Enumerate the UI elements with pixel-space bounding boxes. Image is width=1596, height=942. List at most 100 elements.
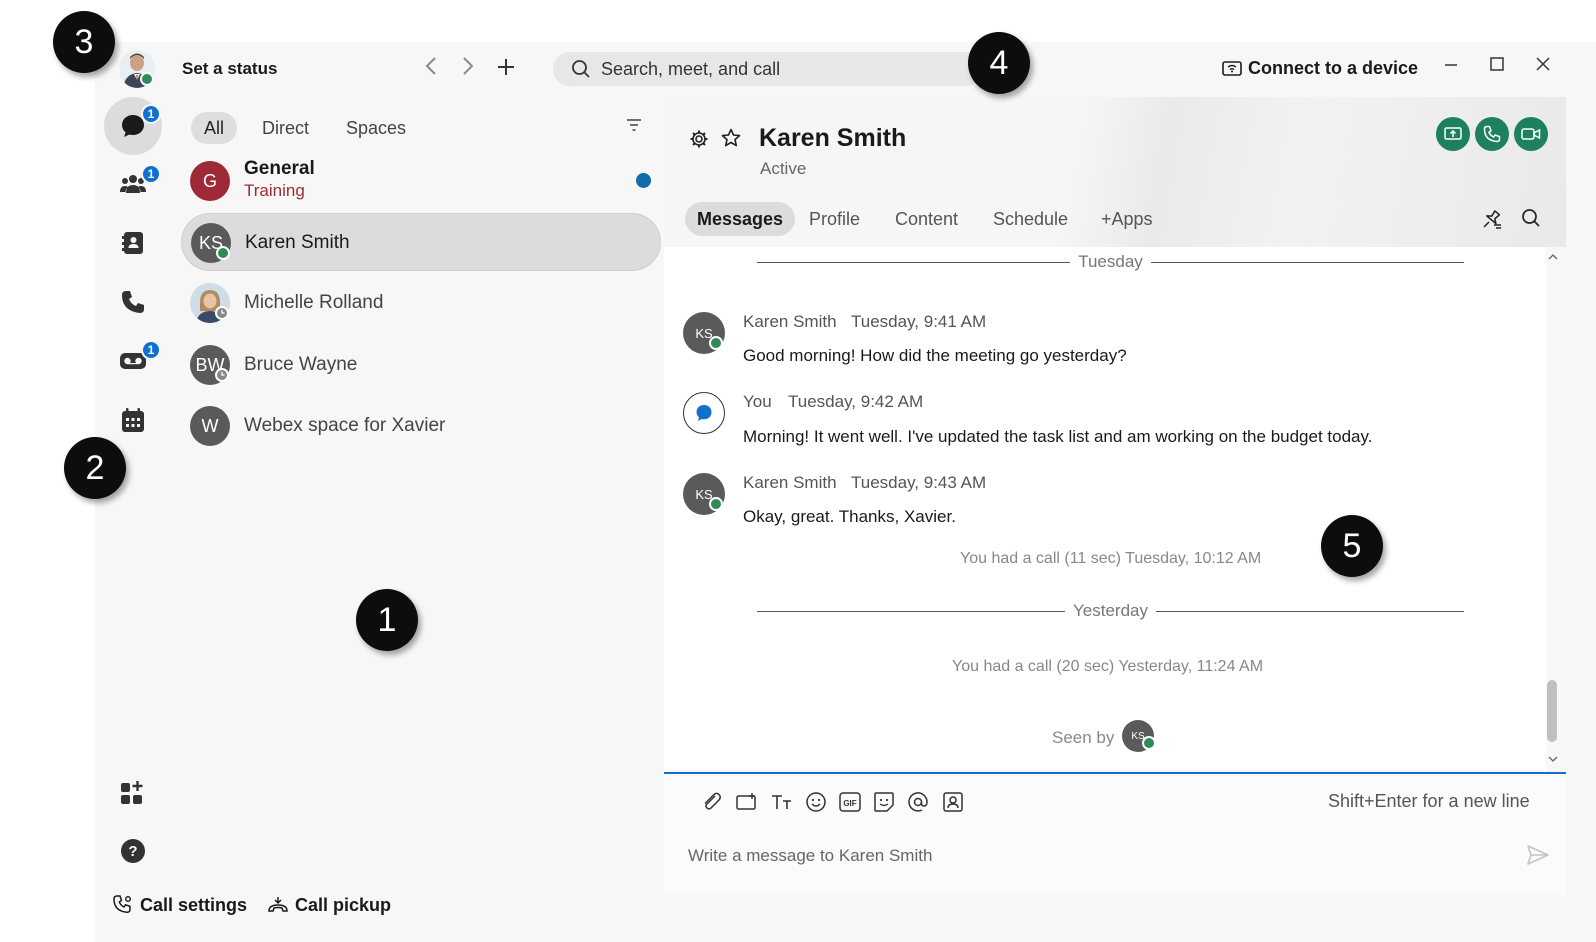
contact-status: Active (760, 159, 807, 178)
share-screen-icon (1444, 127, 1462, 140)
mention-icon[interactable] (906, 790, 930, 814)
call-settings-label: Call settings (140, 894, 248, 915)
teams-badge: 1 (141, 164, 161, 184)
presence-active-dot (709, 497, 723, 511)
callout-1: 1 (356, 589, 418, 651)
emoji-icon[interactable] (804, 790, 828, 814)
search-bar[interactable] (553, 52, 983, 86)
call-pickup-label: Call pickup (295, 894, 392, 915)
tab-messages[interactable]: Messages (685, 202, 796, 236)
call-pickup-icon (268, 897, 288, 912)
presence-active-dot (709, 336, 723, 350)
calendar-icon (122, 408, 144, 432)
tab-apps[interactable]: +Apps (1089, 202, 1165, 236)
presence-active-dot (1142, 736, 1156, 750)
message-timestamp: Tuesday, 9:42 AM (788, 392, 924, 411)
new-line-hint: Shift+Enter for a new line (1328, 791, 1530, 811)
rail-contacts[interactable] (104, 214, 162, 272)
conversation-name: Karen Smith (245, 232, 350, 253)
callout-4: 4 (968, 32, 1030, 94)
screenshot-icon[interactable] (735, 790, 759, 814)
conversation-bruce-wayne[interactable]: BW Bruce Wayne (181, 336, 661, 394)
scroll-down-icon[interactable] (1547, 754, 1559, 764)
scroll-up-icon[interactable] (1547, 252, 1559, 262)
rail-apps[interactable] (104, 763, 162, 821)
filter-icon[interactable] (625, 117, 643, 138)
callout-3: 3 (53, 11, 115, 73)
connect-device-button[interactable]: Connect to a device (1222, 58, 1418, 79)
conversation-karen-smith[interactable]: KS Karen Smith (181, 213, 661, 271)
set-status-button[interactable]: Set a status (182, 59, 277, 79)
rail-calling[interactable] (104, 273, 162, 331)
scroll-thumb[interactable] (1547, 680, 1557, 742)
seen-by-label: Seen by (1052, 728, 1115, 747)
presence-active-dot (216, 246, 230, 260)
message-input[interactable] (688, 843, 1508, 869)
svg-text:?: ? (128, 843, 137, 860)
attach-icon[interactable] (700, 790, 724, 814)
send-icon[interactable] (1526, 844, 1550, 871)
contact-card-icon[interactable] (941, 790, 965, 814)
call-settings-link[interactable]: Call settings (112, 894, 247, 916)
message-timestamp: Tuesday, 9:41 AM (851, 312, 987, 331)
contact-name: Karen Smith (759, 124, 907, 152)
filter-tab-spaces[interactable]: Spaces (333, 112, 419, 144)
callout-2: 2 (64, 437, 126, 499)
day-separator-label: Yesterday (1065, 601, 1156, 620)
conversation-name: Bruce Wayne (244, 354, 358, 375)
self-avatar[interactable] (683, 392, 725, 434)
message-text: Morning! It went well. I've updated the … (743, 427, 1373, 446)
share-screen-button[interactable] (1436, 117, 1470, 151)
conversation-name: General (244, 158, 315, 179)
tab-schedule[interactable]: Schedule (981, 202, 1080, 236)
star-icon[interactable] (721, 128, 741, 153)
message-sender: You (743, 392, 772, 411)
presence-away-clock-icon (215, 368, 229, 382)
callout-5: 5 (1321, 515, 1383, 577)
space-avatar: G (190, 161, 230, 201)
message-text: Good morning! How did the meeting go yes… (743, 346, 1127, 365)
new-conversation-button[interactable] (496, 52, 516, 89)
svg-text:GIF: GIF (843, 799, 856, 808)
conversation-webex-space-xavier[interactable]: W Webex space for Xavier (181, 397, 661, 455)
tab-content[interactable]: Content (883, 202, 970, 236)
settings-gear-icon[interactable] (689, 129, 709, 154)
filter-tab-all[interactable]: All (191, 112, 238, 144)
webex-bubble-icon (696, 405, 712, 421)
minimize-button[interactable] (1443, 56, 1459, 77)
search-icon (572, 60, 590, 78)
filter-tab-direct[interactable]: Direct (249, 112, 322, 144)
messaging-badge: 1 (141, 104, 161, 124)
call-settings-icon (113, 895, 131, 914)
conversation-name: Webex space for Xavier (244, 415, 446, 436)
message-sender: Karen Smith (743, 312, 837, 331)
day-separator-label: Tuesday (1070, 252, 1151, 271)
sticker-icon[interactable] (872, 790, 896, 814)
video-call-button[interactable] (1514, 117, 1548, 151)
rail-calendar[interactable] (104, 391, 162, 449)
rail-help[interactable]: ? (104, 822, 162, 880)
conversation-subtitle: Training (244, 181, 305, 200)
conversation-general[interactable]: G General Training (181, 152, 661, 210)
search-input[interactable] (601, 58, 961, 80)
my-presence-dot (140, 72, 154, 86)
day-separator: Tuesday (757, 252, 1464, 272)
tab-profile[interactable]: Profile (797, 202, 872, 236)
forward-arrow-icon[interactable] (461, 55, 475, 83)
audio-call-button[interactable] (1475, 117, 1509, 151)
conversation-michelle-rolland[interactable]: Michelle Rolland (181, 274, 661, 332)
call-pickup-link[interactable]: Call pickup (267, 894, 391, 916)
search-in-space-icon[interactable] (1521, 208, 1541, 233)
message-sender: Karen Smith (743, 473, 837, 492)
gif-icon[interactable]: GIF (838, 790, 862, 814)
maximize-button[interactable] (1489, 56, 1505, 77)
pin-icon[interactable] (1481, 208, 1503, 235)
format-text-icon[interactable] (770, 790, 794, 814)
message-timestamp: Tuesday, 9:43 AM (851, 473, 987, 492)
conversation-name: Michelle Rolland (244, 292, 384, 313)
unread-indicator (636, 173, 651, 188)
help-icon: ? (121, 839, 145, 863)
close-button[interactable] (1535, 56, 1551, 77)
back-arrow-icon[interactable] (424, 55, 438, 83)
apps-icon (121, 781, 143, 804)
